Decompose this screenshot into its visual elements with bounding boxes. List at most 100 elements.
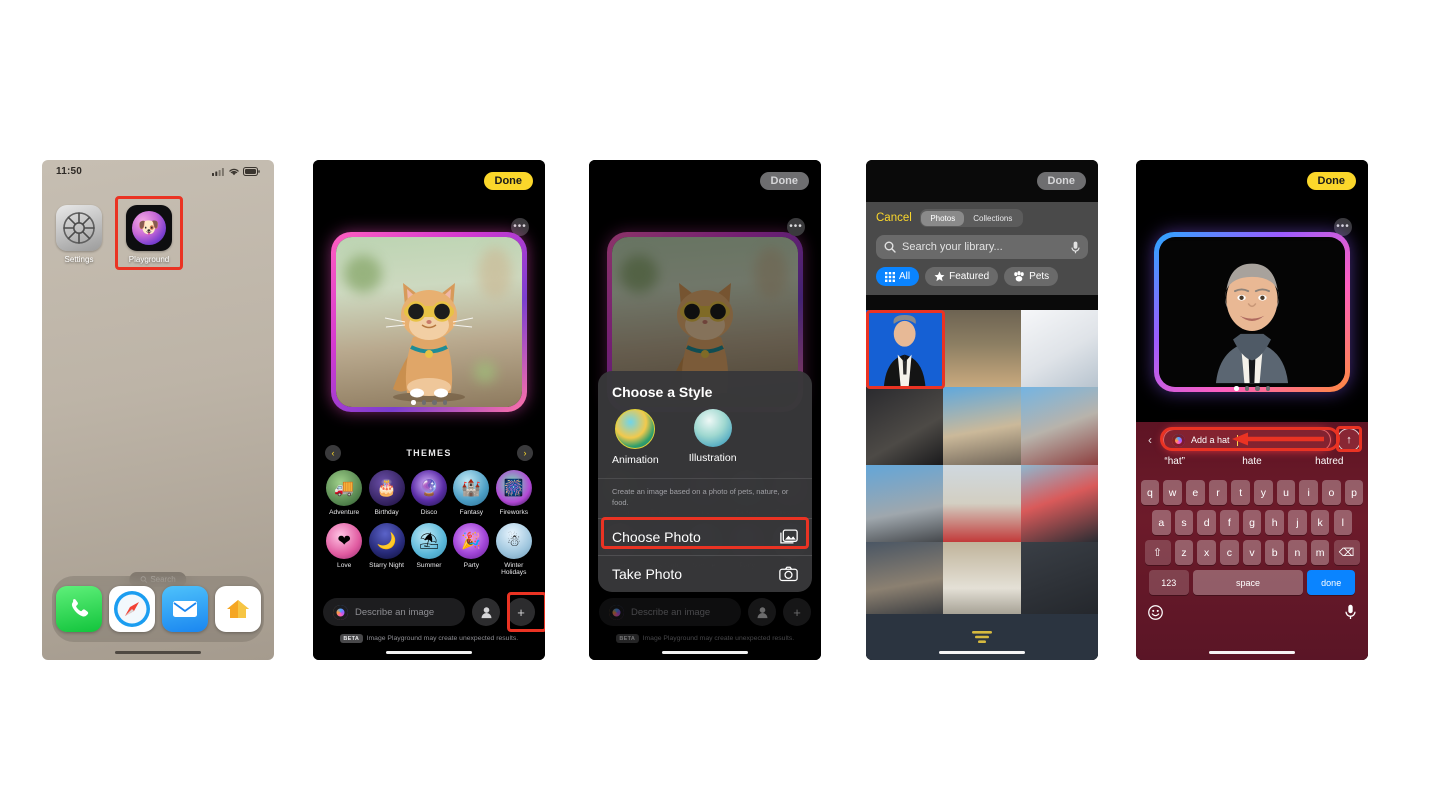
emoji-icon[interactable] [1148, 604, 1163, 620]
search-input[interactable]: Search your library... [876, 235, 1088, 259]
person-icon[interactable] [472, 598, 500, 626]
key-c[interactable]: c [1220, 540, 1239, 565]
segment-collections[interactable]: Collections [964, 211, 1021, 226]
chip-pets[interactable]: Pets [1004, 267, 1059, 286]
photo-cell[interactable] [1020, 464, 1098, 542]
chip-featured[interactable]: Featured [925, 267, 999, 286]
style-option-illustration[interactable]: Illustration [689, 409, 737, 466]
key-m[interactable]: m [1310, 540, 1330, 565]
key-f[interactable]: f [1220, 510, 1239, 535]
microphone-icon[interactable] [1345, 604, 1356, 620]
key-a[interactable]: a [1152, 510, 1171, 535]
generated-image-canvas[interactable] [1154, 232, 1350, 392]
photo-cell[interactable] [866, 541, 944, 620]
chevron-left-icon[interactable]: ‹ [1143, 433, 1157, 447]
chip-all[interactable]: All [876, 267, 920, 286]
theme-item[interactable]: 🎂 Birthday [365, 470, 407, 517]
dock-item-phone[interactable] [55, 586, 102, 632]
chevron-left-icon[interactable]: ‹ [325, 445, 341, 461]
person-icon[interactable] [748, 598, 776, 626]
page-dot[interactable] [1244, 386, 1249, 391]
key-u[interactable]: u [1276, 480, 1296, 505]
add-plus-button[interactable]: + [783, 598, 811, 626]
add-plus-button[interactable]: + [507, 598, 535, 626]
describe-image-input[interactable]: Describe an image [323, 598, 465, 626]
done-button[interactable]: Done [1036, 172, 1086, 190]
theme-item[interactable]: 🏰 Fantasy [450, 470, 492, 517]
theme-item[interactable]: 🔮 Disco [408, 470, 450, 517]
key-g[interactable]: g [1242, 510, 1262, 535]
dock-item-home[interactable] [214, 586, 261, 632]
photo-cell[interactable] [1020, 541, 1098, 620]
photo-cell[interactable] [866, 387, 944, 465]
key-t[interactable]: t [1231, 480, 1250, 505]
dock-item-safari[interactable] [108, 586, 155, 632]
delete-backspace-icon[interactable]: ⌫ [1333, 540, 1360, 565]
key-s[interactable]: s [1174, 510, 1194, 535]
generated-image-canvas[interactable] [331, 232, 527, 412]
shift-icon[interactable]: ⇧ [1144, 540, 1171, 565]
done-key[interactable]: done [1307, 570, 1356, 595]
app-icon-playground[interactable]: 🐶 Playground [126, 205, 172, 264]
suggestion-item[interactable]: “hat” [1136, 456, 1213, 467]
page-dot[interactable] [421, 400, 426, 405]
page-dot[interactable] [1234, 386, 1239, 391]
key-p[interactable]: p [1344, 480, 1364, 505]
key-o[interactable]: o [1322, 480, 1341, 505]
done-button[interactable]: Done [483, 172, 533, 190]
theme-item[interactable]: 🌙 Starry Night [365, 522, 407, 577]
theme-item[interactable]: ☃ Winter Holidays [493, 522, 535, 577]
photo-cell[interactable] [943, 464, 1021, 542]
cancel-button[interactable]: Cancel [876, 212, 912, 224]
key-w[interactable]: w [1163, 480, 1182, 505]
key-d[interactable]: d [1197, 510, 1216, 535]
theme-item[interactable]: 🚚 Adventure [323, 470, 365, 517]
page-dot[interactable] [1265, 386, 1270, 391]
photo-cell[interactable] [943, 541, 1021, 620]
key-l[interactable]: l [1333, 510, 1352, 535]
key-j[interactable]: j [1288, 510, 1307, 535]
photo-cell[interactable] [1020, 310, 1098, 388]
key-h[interactable]: h [1265, 510, 1284, 535]
photo-cell-selected[interactable] [866, 310, 944, 388]
key-v[interactable]: v [1242, 540, 1262, 565]
done-button[interactable]: Done [759, 172, 809, 190]
key-e[interactable]: e [1186, 480, 1205, 505]
photo-cell[interactable] [943, 310, 1021, 388]
key-x[interactable]: x [1197, 540, 1216, 565]
done-button[interactable]: Done [1306, 172, 1356, 190]
app-icon-settings[interactable]: Settings [56, 205, 102, 264]
key-y[interactable]: y [1254, 480, 1273, 505]
suggestion-item[interactable]: hate [1213, 456, 1290, 467]
photo-cell[interactable] [866, 464, 944, 542]
photo-cell[interactable] [943, 387, 1021, 465]
key-b[interactable]: b [1265, 540, 1284, 565]
key-n[interactable]: n [1288, 540, 1307, 565]
key-k[interactable]: k [1310, 510, 1330, 535]
style-option-animation[interactable]: Animation [612, 409, 659, 466]
theme-item[interactable]: 🎆 Fireworks [493, 470, 535, 517]
page-dot[interactable] [442, 400, 447, 405]
page-dot[interactable] [432, 400, 437, 405]
dock-item-mail[interactable] [161, 586, 208, 632]
key-r[interactable]: r [1208, 480, 1228, 505]
suggestion-item[interactable]: hatred [1291, 456, 1368, 467]
chevron-right-icon[interactable]: › [517, 445, 533, 461]
theme-item[interactable]: 🎉 Party [450, 522, 492, 577]
action-choose-photo[interactable]: Choose Photo [598, 518, 812, 555]
send-arrow-button[interactable]: ↑ [1337, 428, 1361, 452]
photo-cell[interactable] [1020, 387, 1098, 465]
more-dots-icon[interactable]: ••• [787, 218, 805, 236]
page-dot[interactable] [411, 400, 416, 405]
numbers-key[interactable]: 123 [1148, 570, 1189, 595]
sort-filter-icon[interactable] [971, 630, 993, 644]
key-z[interactable]: z [1174, 540, 1194, 565]
theme-item[interactable]: ⛱ Summer [408, 522, 450, 577]
theme-item[interactable]: ❤ Love [323, 522, 365, 577]
space-key[interactable]: space [1193, 570, 1303, 595]
page-dot[interactable] [1255, 386, 1260, 391]
key-q[interactable]: q [1140, 480, 1160, 505]
key-i[interactable]: i [1299, 480, 1318, 505]
describe-image-input[interactable]: Describe an image [599, 598, 741, 626]
segment-photos[interactable]: Photos [921, 210, 965, 226]
